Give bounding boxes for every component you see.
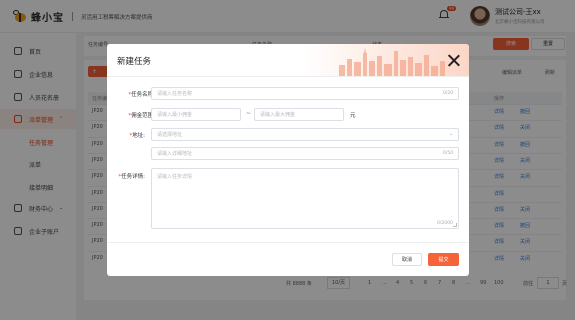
task-name-label: *任务名称: xyxy=(128,92,155,98)
chevron-down-icon: ⌄ xyxy=(449,131,454,137)
task-details-counter: 0/2000 xyxy=(437,221,453,226)
resize-handle-icon[interactable] xyxy=(453,223,457,227)
dialog-footer-divider xyxy=(107,242,469,243)
close-icon[interactable] xyxy=(447,54,460,67)
dialog-title: 新建任务 xyxy=(117,57,152,67)
new-task-dialog: 新建任务 *任务名称: 0/20 *佣金范围: ~ 元 *地址: ⌄ 0/50 … xyxy=(107,44,469,276)
task-name-input[interactable] xyxy=(151,87,459,100)
cancel-button[interactable]: 取消 xyxy=(392,253,422,266)
range-separator: ~ xyxy=(246,110,252,117)
dialog-header: 新建任务 xyxy=(107,44,469,77)
currency-unit: 元 xyxy=(350,113,356,119)
address-detail-input[interactable] xyxy=(151,147,459,160)
address-select[interactable] xyxy=(151,128,459,141)
city-skyline-icon xyxy=(339,47,445,76)
commission-range-label: *佣金范围: xyxy=(128,113,155,119)
submit-button[interactable]: 提交 xyxy=(428,253,459,266)
address-label: *地址: xyxy=(129,133,145,139)
min-commission-input[interactable] xyxy=(151,108,241,121)
task-details-textarea[interactable] xyxy=(151,168,459,229)
max-commission-input[interactable] xyxy=(254,108,344,121)
task-name-counter: 0/20 xyxy=(443,91,454,96)
address-detail-counter: 0/50 xyxy=(443,151,454,156)
task-details-label: *任务详情: xyxy=(118,174,145,180)
